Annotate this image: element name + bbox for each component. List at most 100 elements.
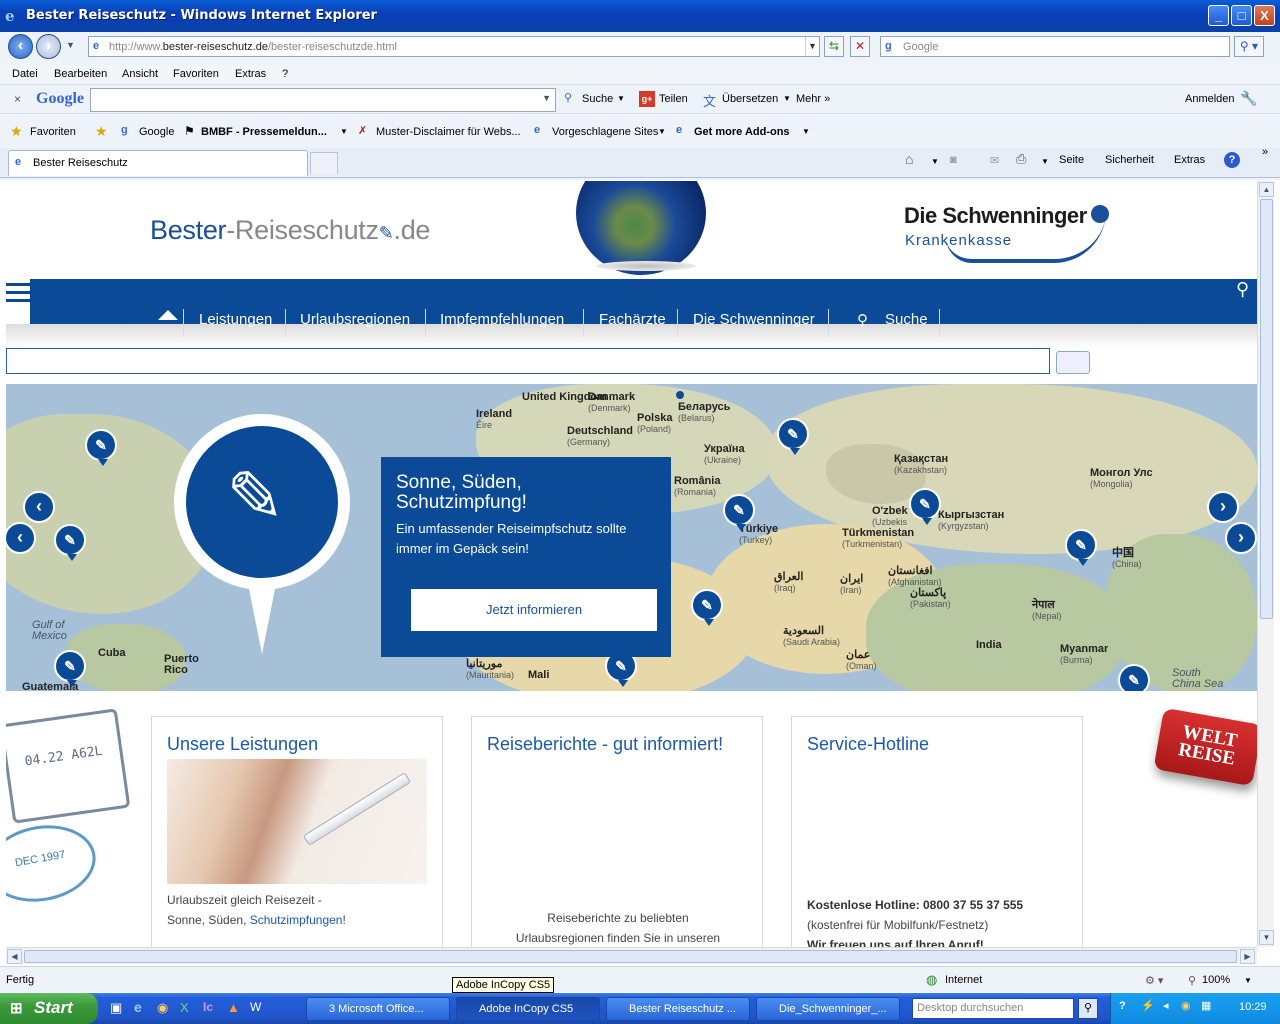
chevron-more-icon[interactable]: » — [1262, 146, 1268, 158]
scroll-up-icon[interactable]: ▲ — [1259, 182, 1274, 197]
google-toolbar-input[interactable]: ▼ — [90, 88, 556, 112]
back-tray-icon[interactable]: ◂ — [1163, 999, 1169, 1012]
forward-button[interactable]: › — [36, 34, 61, 59]
quicklaunch-firefox-icon[interactable]: ◉ — [157, 1000, 168, 1016]
print-dropdown-icon[interactable]: ▼ — [1041, 157, 1049, 166]
help-icon[interactable]: ? — [1224, 152, 1240, 168]
scroll-thumb[interactable] — [1260, 199, 1273, 619]
site-logo[interactable]: Bester-Reiseschutz✎.de — [150, 215, 430, 246]
nav-suche[interactable]: Suche — [885, 311, 928, 328]
map-pin[interactable]: ✎ — [54, 650, 86, 687]
map-pin[interactable]: ✎ — [1065, 529, 1097, 566]
browser-search-input[interactable]: g Google — [880, 36, 1230, 57]
new-tab-button[interactable] — [310, 152, 338, 174]
menu-ansicht[interactable]: Ansicht — [122, 68, 158, 80]
addons-dropdown-icon[interactable]: ▼ — [802, 127, 810, 136]
tab-bester-reiseschutz[interactable]: e Bester Reiseschutz — [8, 150, 308, 176]
slider-dots[interactable] — [676, 390, 684, 402]
map-pin[interactable]: ✎ — [85, 429, 117, 466]
slider-prev-arrow-icon[interactable]: ‹ — [23, 491, 55, 523]
map-pin[interactable]: ✎ — [691, 589, 723, 626]
fav-bmbf-dropdown-icon[interactable]: ▼ — [340, 127, 348, 136]
maximize-button[interactable]: □ — [1231, 5, 1252, 26]
nav-impfempfehlungen[interactable]: Impfempfehlungen — [440, 311, 564, 328]
firefox-tray-icon[interactable]: ◉ — [1181, 999, 1191, 1012]
nav-leistungen[interactable]: Leistungen — [199, 311, 272, 328]
address-dropdown-icon[interactable]: ▼ — [805, 37, 819, 56]
partner-logo-name[interactable]: Die Schwenninger — [904, 203, 1087, 229]
address-bar[interactable]: e http://www.bester-reiseschutz.de/beste… — [88, 36, 820, 57]
wrench-icon[interactable]: 🔧 — [1240, 90, 1257, 107]
tools-menu[interactable]: Extras — [1174, 154, 1205, 166]
zoom-level[interactable]: 100% — [1202, 974, 1230, 986]
slider-next-arrow-icon[interactable]: › — [1207, 491, 1239, 523]
back-button[interactable]: ‹ — [8, 34, 33, 59]
home-icon[interactable]: ⌂ — [905, 151, 913, 167]
fav-suggested-sites[interactable]: Vorgeschlagene Sites — [552, 126, 658, 138]
task-bester-reiseschutz[interactable]: Bester Reiseschutz ... — [606, 997, 750, 1021]
map-pin[interactable]: ✎ — [723, 494, 755, 531]
fav-disclaimer[interactable]: Muster-Disclaimer für Webs... — [376, 126, 521, 138]
translate-button[interactable]: Übersetzen — [722, 93, 778, 105]
map-pin[interactable]: ✎ — [54, 524, 86, 561]
menu-help[interactable]: ? — [282, 68, 288, 80]
desktop-search-button-icon[interactable]: ⚲ — [1078, 998, 1098, 1019]
google-input-dropdown-icon[interactable]: ▼ — [542, 93, 551, 103]
tray-misc-icon[interactable]: ▦ — [1201, 999, 1211, 1012]
site-search-input[interactable] — [6, 348, 1050, 374]
translate-dropdown-icon[interactable]: ▼ — [783, 94, 791, 103]
map-pin[interactable]: ✎ — [777, 418, 809, 455]
close-button[interactable]: X — [1254, 5, 1275, 26]
compat-view-icon[interactable]: ⇆ — [824, 36, 844, 57]
scroll-left-icon[interactable]: ◀ — [7, 949, 22, 964]
share-button[interactable]: Teilen — [659, 93, 688, 105]
clock[interactable]: 10:29 — [1239, 1001, 1267, 1013]
minimize-button[interactable]: _ — [1208, 5, 1229, 26]
scroll-down-icon[interactable]: ▼ — [1259, 930, 1274, 945]
nav-fachaerzte[interactable]: Fachärzte — [599, 311, 666, 328]
task-incopy[interactable]: Adobe InCopy CS5 — [456, 997, 600, 1021]
menu-favoriten[interactable]: Favoriten — [173, 68, 219, 80]
hamburger-menu-icon[interactable] — [6, 283, 31, 305]
quicklaunch-ie-icon[interactable]: e — [134, 999, 142, 1015]
vertical-scrollbar[interactable]: ▲ ▼ — [1257, 181, 1274, 947]
task-die-schwenninger[interactable]: Die_Schwenninger_... — [756, 997, 900, 1021]
window-title-bar[interactable]: e Bester Reiseschutz - Windows Internet … — [0, 0, 1280, 32]
home-dropdown-icon[interactable]: ▼ — [931, 157, 939, 166]
map-pin[interactable]: ✎ — [909, 488, 941, 525]
nav-search-icon[interactable]: ⚲ — [1236, 279, 1249, 300]
menu-datei[interactable]: Datei — [12, 68, 38, 80]
quicklaunch-desktop-icon[interactable]: ▣ — [110, 1000, 122, 1016]
task-office[interactable]: 3 Microsoft Office... — [306, 997, 450, 1021]
favorites-button[interactable]: Favoriten — [30, 126, 76, 138]
recent-pages-chevron-icon[interactable]: ▼ — [66, 40, 75, 50]
site-search-button[interactable] — [1056, 351, 1090, 374]
desktop-search-input[interactable]: Desktop durchsuchen — [912, 998, 1074, 1019]
print-icon[interactable]: ⎙ — [1016, 151, 1026, 167]
partner-logo-sub[interactable]: Krankenkasse — [905, 232, 1012, 249]
box-title[interactable]: Reiseberichte - gut informiert! — [487, 734, 723, 755]
zoom-dropdown-icon[interactable]: ▼ — [1244, 976, 1252, 985]
fav-bmbf[interactable]: BMBF - Pressemeldun... — [201, 126, 327, 138]
stop-icon[interactable]: ✕ — [850, 36, 870, 57]
schutzimpfungen-link[interactable]: Schutzimpfungen — [250, 913, 343, 927]
google-search-button[interactable]: Suche — [582, 93, 613, 105]
quicklaunch-incopy-icon[interactable]: Ic — [203, 1000, 213, 1014]
more-button[interactable]: Mehr » — [796, 93, 830, 105]
address-url[interactable]: http://www.bester-reiseschutz.de/bester-… — [109, 41, 397, 53]
fav-google[interactable]: Google — [139, 126, 174, 138]
quicklaunch-word-icon[interactable]: W — [250, 1000, 261, 1014]
safety-menu[interactable]: Sicherheit — [1105, 154, 1154, 166]
mail-icon[interactable]: ✉ — [990, 154, 999, 167]
fav-get-addons[interactable]: Get more Add-ons — [694, 126, 790, 138]
help-tray-icon[interactable]: ? — [1119, 1000, 1126, 1012]
box-title[interactable]: Unsere Leistungen — [167, 734, 318, 755]
quicklaunch-excel-icon[interactable]: X — [180, 1000, 189, 1015]
slider-next-arrow-icon[interactable]: › — [1225, 522, 1257, 554]
add-favorite-icon[interactable]: ★ — [95, 123, 108, 140]
nav-urlaubsregionen[interactable]: Urlaubsregionen — [300, 311, 410, 328]
box-title[interactable]: Service-Hotline — [807, 734, 929, 755]
promo-cta-button[interactable]: Jetzt informieren — [411, 589, 657, 631]
horizontal-scrollbar[interactable]: ◀ ▶ — [6, 947, 1257, 964]
suggested-dropdown-icon[interactable]: ▼ — [658, 127, 666, 136]
